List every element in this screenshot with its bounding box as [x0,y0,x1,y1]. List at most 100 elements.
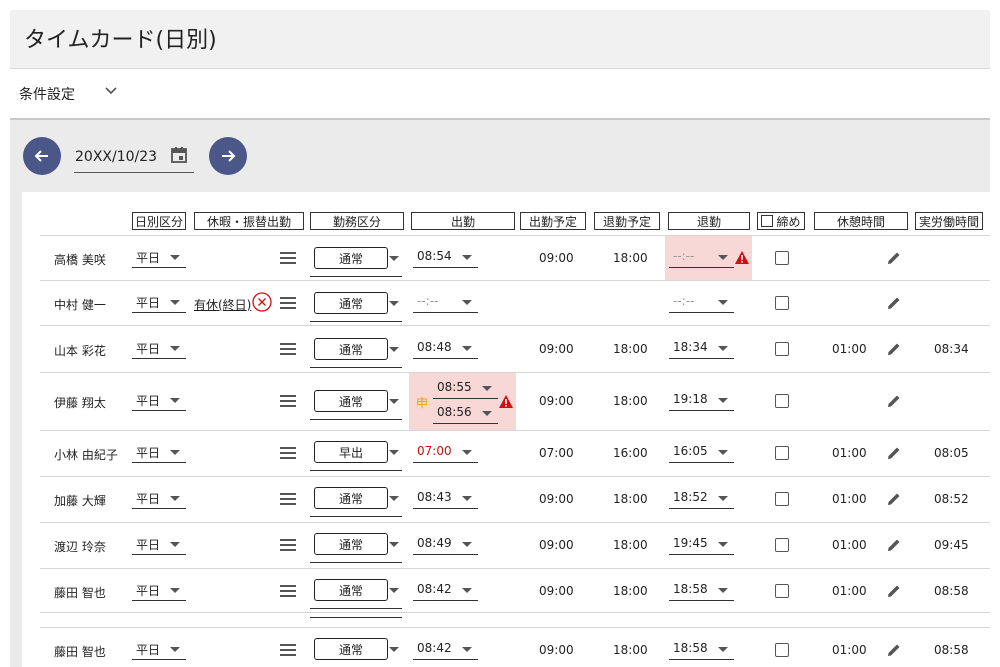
day-type-select[interactable]: 平日 [132,291,186,313]
closing-checkbox[interactable] [775,342,789,356]
clock-out-select[interactable]: --:-- [669,291,734,313]
pencil-icon[interactable] [886,491,902,507]
remove-leave-icon[interactable] [252,292,272,312]
work-type-select[interactable]: 通常 [310,247,402,277]
menu-icon[interactable] [280,644,296,656]
row-divider [40,235,990,236]
header-work-type: 勤務区分 [310,212,404,230]
day-type-select[interactable]: 平日 [132,337,186,359]
closing-checkbox[interactable] [775,394,789,408]
pencil-icon[interactable] [886,537,902,553]
day-type-select[interactable]: 平日 [132,441,186,463]
pencil-icon[interactable] [886,295,902,311]
clock-out-select[interactable]: 18:58 [669,579,734,601]
clock-in-value: 08:43 [417,490,452,504]
work-type-value: 早出 [314,441,388,463]
dropdown-arrow-icon [389,647,399,652]
menu-icon[interactable] [280,395,296,407]
day-type-select[interactable]: 平日 [132,389,186,411]
clock-out-select[interactable]: 19:45 [669,533,734,555]
work-type-select[interactable]: 通常 [310,533,402,563]
work-type-select[interactable]: 通常 [310,292,402,322]
conditions-label[interactable]: 条件設定 [19,84,75,104]
planned-out: 18:00 [613,342,648,356]
date-field[interactable]: 20XX/10/23 [74,143,194,173]
actual-work-time: 08:58 [934,584,969,598]
day-type-value: 平日 [136,394,161,408]
closing-checkbox[interactable] [775,538,789,552]
date-value[interactable]: 20XX/10/23 [75,149,157,165]
menu-icon[interactable] [280,252,296,264]
clock-in-select[interactable]: 08:55 [433,377,498,399]
planned-in: 09:00 [539,251,574,265]
closing-all-checkbox[interactable] [761,215,774,227]
planned-out: 16:00 [613,446,648,460]
arrow-right-icon [222,150,236,162]
dropdown-arrow-icon [462,496,472,501]
menu-icon[interactable] [280,539,296,551]
day-type-select[interactable]: 平日 [132,533,186,555]
pencil-icon[interactable] [886,445,902,461]
clock-out-select[interactable]: 18:34 [669,337,734,359]
day-type-select[interactable]: 平日 [132,579,186,601]
menu-icon[interactable] [280,447,296,459]
day-type-select[interactable]: 平日 [132,638,186,660]
menu-icon[interactable] [280,585,296,597]
work-type-value: 通常 [314,579,388,601]
work-type-select[interactable]: 通常 [310,579,402,609]
dropdown-arrow-icon [462,647,472,652]
day-type-value: 平日 [136,538,161,552]
pencil-icon[interactable] [886,341,902,357]
menu-icon[interactable] [280,297,296,309]
work-type-value: 通常 [314,487,388,509]
pencil-icon[interactable] [886,393,902,409]
clock-out-select[interactable]: 18:58 [669,638,734,660]
day-type-select[interactable]: 平日 [132,487,186,509]
work-type-select[interactable]: 早出 [310,441,402,471]
clock-in-request-value: 08:56 [437,405,472,419]
work-type-select[interactable]: 通常 [310,638,402,667]
calendar-icon[interactable] [170,146,188,164]
chevron-down-icon[interactable] [104,83,118,101]
menu-icon[interactable] [280,493,296,505]
closing-checkbox[interactable] [775,251,789,265]
pencil-icon[interactable] [886,250,902,266]
menu-icon[interactable] [280,343,296,355]
closing-checkbox[interactable] [775,446,789,460]
clock-in-select[interactable]: 08:49 [413,533,478,555]
pencil-icon[interactable] [886,642,902,658]
clock-in-request-select[interactable]: 08:56 [433,402,498,424]
clock-in-select[interactable]: 08:43 [413,487,478,509]
closing-checkbox[interactable] [775,492,789,506]
work-type-select[interactable]: 通常 [310,338,402,368]
pencil-icon[interactable] [886,583,902,599]
work-type-select[interactable]: 通常 [310,390,402,420]
closing-checkbox[interactable] [775,296,789,310]
conditions-section[interactable]: 条件設定 [10,69,990,118]
work-type-value: 通常 [314,638,388,660]
clock-in-select[interactable]: --:-- [413,291,478,313]
clock-out-select[interactable]: 19:18 [669,389,734,411]
clock-in-select[interactable]: 08:48 [413,337,478,359]
next-day-button[interactable] [209,137,247,175]
clock-in-select[interactable]: 08:54 [413,246,478,268]
header-closing[interactable]: 締め [757,212,805,230]
work-type-select[interactable]: 通常 [310,487,402,517]
clock-in-select[interactable]: 07:00 [413,441,478,463]
clock-out-select[interactable]: 18:52 [669,487,734,509]
closing-checkbox[interactable] [775,643,789,657]
planned-out: 18:00 [613,394,648,408]
row-divider [40,522,990,523]
closing-checkbox[interactable] [775,584,789,598]
dropdown-arrow-icon [389,542,399,547]
header-actual: 実労働時間 [915,212,983,230]
dropdown-arrow-icon [462,300,472,305]
clock-in-select[interactable]: 08:42 [413,638,478,660]
employee-name: 山本 彩花 [54,344,106,358]
day-type-select[interactable]: 平日 [132,246,186,268]
clock-out-select[interactable]: 16:05 [669,441,734,463]
clock-out-select[interactable]: --:-- [669,246,734,268]
clock-in-select[interactable]: 08:42 [413,579,478,601]
leave-link[interactable]: 有休(終日) [194,296,251,313]
prev-day-button[interactable] [23,137,61,175]
